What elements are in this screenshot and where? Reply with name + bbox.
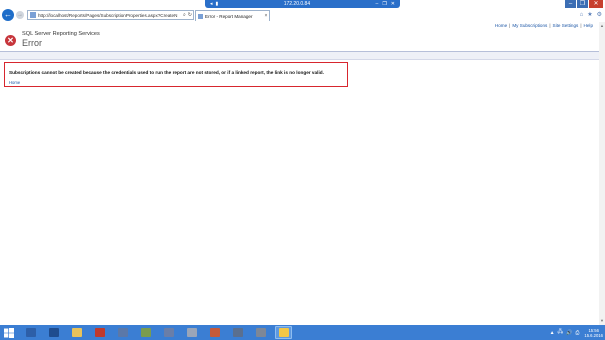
back-arrow-icon: ← xyxy=(4,10,12,19)
link-separator: | xyxy=(549,23,551,28)
tab-error-report-manager[interactable]: Error - Report Manager × xyxy=(195,10,270,21)
taskbar-item[interactable] xyxy=(160,326,177,339)
top-link-my-subscriptions[interactable]: My Subscriptions xyxy=(512,23,547,28)
taskbar-item[interactable] xyxy=(114,326,131,339)
link-separator: | xyxy=(509,23,511,28)
tab-favicon-icon xyxy=(198,13,203,19)
volume-icon[interactable]: 🔊 xyxy=(566,330,572,336)
powershell-icon xyxy=(48,328,59,337)
taskbar-item[interactable] xyxy=(137,326,154,339)
link-separator: | xyxy=(580,23,582,28)
taskbar-item[interactable] xyxy=(68,326,85,339)
tab-close-icon[interactable]: × xyxy=(263,13,269,19)
taskbar-item[interactable] xyxy=(206,326,223,339)
favorites-icon[interactable]: ★ xyxy=(587,11,592,19)
show-hidden-icons-icon[interactable]: ▲ xyxy=(550,330,555,336)
network-status-icon[interactable]: 🖧 xyxy=(558,329,564,337)
window-caption-buttons: – ❐ ✕ xyxy=(564,0,603,8)
computer-management-icon xyxy=(117,328,128,337)
window-restore-button[interactable]: ❐ xyxy=(577,0,588,8)
taskbar: ▲ 🖧 🔊 ⎙ 15:56 15.6.2016 xyxy=(0,325,605,340)
taskbar-item[interactable] xyxy=(22,326,39,339)
error-icon: ✕ xyxy=(5,35,16,46)
network-icon xyxy=(140,328,151,337)
window-minimize-button[interactable]: – xyxy=(565,0,576,8)
taskbar-item[interactable] xyxy=(91,326,108,339)
remote-host-label: 172.20.0.84 xyxy=(283,1,311,7)
remote-close-icon[interactable]: ✕ xyxy=(391,0,395,8)
taskbar-pinned-apps xyxy=(22,326,292,339)
remote-minimize-icon[interactable]: – xyxy=(376,0,379,8)
page-content: Home | My Subscriptions | Site Settings … xyxy=(0,22,599,325)
scroll-up-icon[interactable]: ▲ xyxy=(599,23,605,28)
page-title: Error xyxy=(22,38,42,48)
windows-logo-icon xyxy=(4,327,14,338)
clock-date: 15.6.2016 xyxy=(584,332,603,338)
server-icon xyxy=(232,328,243,337)
address-bar[interactable]: http://localhost/Reports/Pages/Subscript… xyxy=(27,10,194,20)
browser-chrome: ← → http://localhost/Reports/Pages/Subsc… xyxy=(0,8,605,22)
pin-icon[interactable]: ◂ xyxy=(210,0,213,8)
scroll-down-icon[interactable]: ▼ xyxy=(599,318,605,323)
header-divider-band xyxy=(0,51,599,60)
search-icon[interactable]: ⌕ xyxy=(183,12,186,18)
forward-button[interactable]: → xyxy=(16,11,24,19)
forward-arrow-icon: → xyxy=(17,12,23,18)
report-icon xyxy=(186,328,197,337)
top-link-home[interactable]: Home xyxy=(495,23,507,28)
desktop-screen: ◂ ▮ 172.20.0.84 – ❐ ✕ – ❐ ✕ ← → http://l… xyxy=(0,0,605,340)
toolbox-icon xyxy=(94,328,105,337)
remote-restore-icon[interactable]: ❐ xyxy=(382,0,386,8)
start-button[interactable] xyxy=(0,325,18,340)
document-icon xyxy=(163,328,174,337)
internet-explorer-icon xyxy=(278,328,289,337)
taskbar-item[interactable] xyxy=(183,326,200,339)
error-message: Subscriptions cannot be created because … xyxy=(9,70,324,75)
tab-label: Error - Report Manager xyxy=(205,13,253,19)
top-links: Home | My Subscriptions | Site Settings … xyxy=(495,23,593,28)
taskbar-item[interactable] xyxy=(45,326,62,339)
keyboard-icon[interactable]: ⎙ xyxy=(575,330,579,336)
tools-icon[interactable]: ⚙ xyxy=(597,11,602,19)
page-icon xyxy=(30,12,36,18)
taskbar-item[interactable] xyxy=(275,326,292,339)
top-link-site-settings[interactable]: Site Settings xyxy=(553,23,579,28)
printer-icon xyxy=(255,328,266,337)
address-url[interactable]: http://localhost/Reports/Pages/Subscript… xyxy=(38,13,182,18)
browser-toolbar: ⌂ ★ ⚙ xyxy=(580,11,602,19)
vertical-scrollbar[interactable]: ▲ ▼ xyxy=(599,22,605,325)
server-manager-icon xyxy=(25,328,36,337)
error-message-box: Subscriptions cannot be created because … xyxy=(4,62,348,87)
file-explorer-icon xyxy=(71,328,82,337)
taskbar-item[interactable] xyxy=(229,326,246,339)
refresh-icon[interactable]: ↻ xyxy=(188,12,192,18)
taskbar-item[interactable] xyxy=(252,326,269,339)
remote-session-bar: ◂ ▮ 172.20.0.84 – ❐ ✕ xyxy=(205,0,400,8)
system-tray: ▲ 🖧 🔊 ⎙ 15:56 15.6.2016 xyxy=(550,325,603,340)
clock[interactable]: 15:56 15.6.2016 xyxy=(584,328,603,338)
window-close-button[interactable]: ✕ xyxy=(589,0,603,8)
error-home-link[interactable]: Home xyxy=(9,80,20,85)
clock-tool-icon xyxy=(209,328,220,337)
top-link-help[interactable]: Help xyxy=(584,23,593,28)
product-name: SQL Server Reporting Services xyxy=(22,31,100,37)
back-button[interactable]: ← xyxy=(2,9,14,21)
home-icon[interactable]: ⌂ xyxy=(580,11,584,19)
